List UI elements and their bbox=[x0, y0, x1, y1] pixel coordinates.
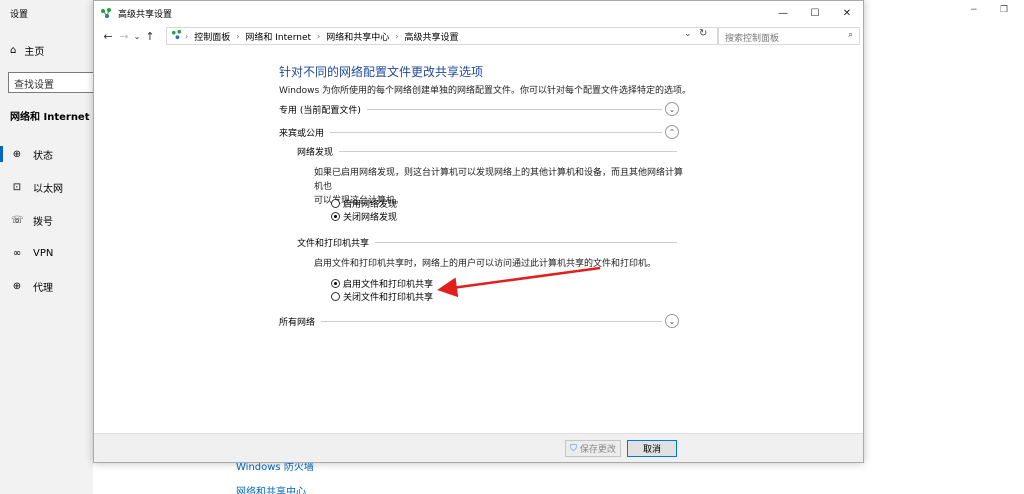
radio-enable-file-sharing[interactable]: 启用文件和打印机共享 bbox=[331, 277, 433, 290]
sharing-settings-content: 针对不同的网络配置文件更改共享选项 Windows 为你所使用的每个网络创建单独… bbox=[94, 47, 863, 433]
divider bbox=[366, 108, 662, 110]
nav-item-proxy[interactable]: ⊕ 代理 bbox=[0, 274, 93, 298]
address-toolbar: ← → ⌄ ↑ › 控制面板 › 网络和 Internet › 网络和共享中心 … bbox=[94, 25, 863, 47]
breadcrumb-separator: › bbox=[317, 31, 321, 41]
settings-home-link[interactable]: ⌂ 主页 bbox=[10, 43, 44, 58]
refresh-icon[interactable]: ↻ bbox=[699, 28, 707, 39]
nav-item-label: 以太网 bbox=[33, 183, 63, 195]
chevron-down-icon[interactable]: ⌄ bbox=[665, 314, 679, 328]
home-icon: ⌂ bbox=[10, 45, 17, 56]
status-icon: ⊕ bbox=[12, 148, 22, 160]
network-discovery-title: 网络发现 bbox=[297, 148, 334, 158]
radio-disable-discovery[interactable]: 关闭网络发现 bbox=[331, 210, 397, 223]
nav-item-label: 拨号 bbox=[33, 216, 53, 228]
all-networks-label: 所有网络 bbox=[279, 317, 316, 328]
settings-sidebar: 设置 ⌂ 主页 查找设置 网络和 Internet ⊕ 状态 ⊡ 以太网 ☏ 拨… bbox=[0, 0, 98, 494]
radio-label: 关闭文件和打印机共享 bbox=[343, 293, 434, 303]
network-icon bbox=[171, 29, 182, 43]
settings-home-label: 主页 bbox=[24, 47, 45, 58]
nav-item-ethernet[interactable]: ⊡ 以太网 bbox=[0, 175, 93, 199]
proxy-icon: ⊕ bbox=[12, 280, 22, 292]
search-icon: ⌕ bbox=[847, 30, 853, 40]
divider bbox=[339, 151, 677, 152]
private-profile-header[interactable]: 专用 (当前配置文件) ⌄ bbox=[279, 102, 679, 116]
breadcrumb-sharing-center[interactable]: 网络和共享中心 bbox=[326, 30, 389, 43]
control-panel-search-input[interactable]: 搜索控制面板 ⌕ bbox=[718, 27, 860, 45]
back-button[interactable]: ← bbox=[100, 30, 116, 43]
nav-item-dialup[interactable]: ☏ 拨号 bbox=[0, 208, 93, 232]
nav-item-label: 状态 bbox=[33, 150, 53, 162]
radio-button[interactable] bbox=[331, 292, 340, 301]
shield-icon: ⛉ bbox=[570, 443, 577, 454]
file-sharing-title: 文件和打印机共享 bbox=[297, 239, 370, 249]
forward-button[interactable]: → bbox=[116, 30, 132, 43]
save-changes-label: 保存更改 bbox=[579, 445, 616, 455]
save-changes-button[interactable]: ⛉ 保存更改 bbox=[565, 440, 621, 457]
nav-item-label: VPN bbox=[33, 247, 54, 259]
sharing-center-link[interactable]: 网络和共享中心 bbox=[236, 483, 306, 494]
cancel-button[interactable]: 取消 bbox=[627, 440, 677, 457]
file-sharing-description: 启用文件和打印机共享时，网络上的用户可以访问通过此计算机共享的文件和打印机。 bbox=[314, 259, 657, 269]
settings-section-title: 网络和 Internet bbox=[10, 112, 90, 123]
minimize-button[interactable]: — bbox=[767, 1, 799, 25]
nav-item-vpn[interactable]: ∞ VPN bbox=[0, 241, 93, 265]
dialup-icon: ☏ bbox=[11, 214, 24, 226]
search-placeholder: 搜索控制面板 bbox=[725, 34, 780, 44]
radio-enable-discovery[interactable]: 启用网络发现 bbox=[331, 197, 397, 210]
maximize-button[interactable]: ☐ bbox=[799, 1, 831, 25]
radio-label: 关闭网络发现 bbox=[343, 213, 398, 223]
vpn-icon: ∞ bbox=[12, 247, 22, 259]
ethernet-icon: ⊡ bbox=[12, 181, 22, 193]
file-sharing-header: 文件和打印机共享 bbox=[297, 236, 677, 249]
control-panel-window: 高级共享设置 — ☐ ✕ ← → ⌄ ↑ › 控制面板 › 网络和 Intern… bbox=[93, 0, 864, 463]
breadcrumb-advanced-sharing[interactable]: 高级共享设置 bbox=[404, 30, 458, 43]
radio-button[interactable] bbox=[331, 279, 340, 288]
nav-item-status[interactable]: ⊕ 状态 bbox=[0, 142, 93, 166]
radio-button[interactable] bbox=[331, 212, 340, 221]
network-icon bbox=[100, 7, 112, 19]
divider bbox=[330, 131, 662, 133]
description-line: 如果已启用网络发现，则这台计算机可以发现网络上的其他计算机和设备，而且其他网络计… bbox=[314, 168, 684, 192]
address-dropdown-icon[interactable]: ⌄ bbox=[684, 29, 692, 39]
window-controls: — ☐ ✕ bbox=[767, 1, 863, 25]
divider bbox=[375, 242, 677, 243]
all-networks-header[interactable]: 所有网络 ⌄ bbox=[279, 314, 679, 328]
divider bbox=[321, 320, 662, 322]
settings-search-input[interactable]: 查找设置 bbox=[8, 72, 98, 93]
breadcrumb-control-panel[interactable]: 控制面板 bbox=[194, 30, 230, 43]
window-title: 高级共享设置 bbox=[118, 9, 173, 20]
radio-label: 启用网络发现 bbox=[343, 200, 398, 210]
recent-locations-button[interactable]: ⌄ bbox=[132, 32, 142, 41]
close-button[interactable]: ✕ bbox=[831, 1, 863, 25]
up-button[interactable]: ↑ bbox=[142, 30, 158, 43]
breadcrumb-separator: › bbox=[395, 31, 399, 41]
page-subtitle: Windows 为你所使用的每个网络创建单独的网络配置文件。你可以针对每个配置文… bbox=[279, 86, 692, 96]
breadcrumb-network-internet[interactable]: 网络和 Internet bbox=[245, 30, 311, 43]
radio-disable-file-sharing[interactable]: 关闭文件和打印机共享 bbox=[331, 290, 433, 303]
settings-title: 设置 bbox=[10, 10, 29, 20]
guest-profile-label: 来宾或公用 bbox=[279, 128, 325, 139]
chevron-down-icon[interactable]: ⌄ bbox=[665, 102, 679, 116]
address-bar[interactable]: › 控制面板 › 网络和 Internet › 网络和共享中心 › 高级共享设置 bbox=[166, 27, 718, 45]
radio-button[interactable] bbox=[331, 199, 340, 208]
private-profile-label: 专用 (当前配置文件) bbox=[279, 105, 361, 116]
page-title: 针对不同的网络配置文件更改共享选项 bbox=[279, 65, 484, 79]
settings-restore-button[interactable]: ❐ bbox=[1000, 5, 1008, 15]
window-titlebar[interactable]: 高级共享设置 — ☐ ✕ bbox=[94, 1, 863, 25]
network-discovery-header: 网络发现 bbox=[297, 145, 677, 158]
radio-label: 启用文件和打印机共享 bbox=[343, 280, 434, 290]
breadcrumb-separator: › bbox=[185, 31, 189, 41]
guest-profile-header[interactable]: 来宾或公用 ⌃ bbox=[279, 125, 679, 139]
chevron-up-icon[interactable]: ⌃ bbox=[665, 125, 679, 139]
dialog-footer: ⛉ 保存更改 取消 bbox=[94, 433, 863, 462]
settings-minimize-button[interactable]: − bbox=[970, 5, 978, 15]
nav-item-label: 代理 bbox=[33, 282, 53, 294]
breadcrumb-separator: › bbox=[236, 31, 240, 41]
